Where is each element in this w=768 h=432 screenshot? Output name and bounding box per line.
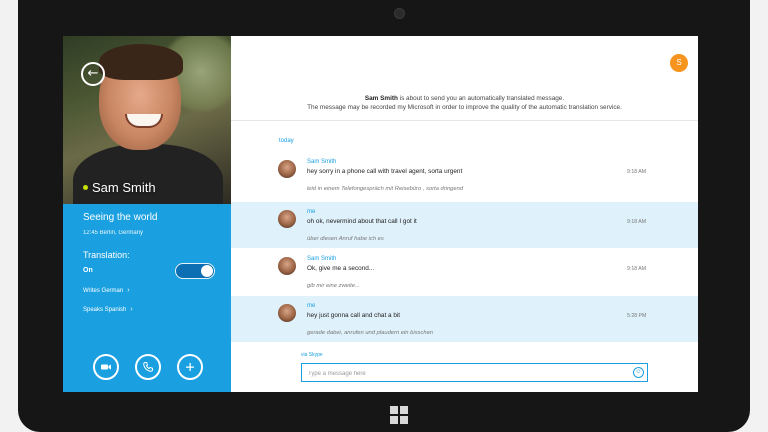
divider [231, 120, 698, 121]
message-item: me hey just gonna call and chat a bit ge… [231, 296, 698, 342]
toggle-knob [201, 265, 213, 277]
camera [394, 8, 405, 19]
message-sender: Sam Smith [307, 256, 337, 262]
sender-avatar [278, 160, 296, 178]
photo-hair [99, 44, 183, 80]
translation-toggle[interactable] [175, 263, 215, 279]
chevron-right-icon: › [130, 306, 133, 313]
logo-pane [390, 406, 398, 414]
skype-screen: ← Sam Smith Seeing the world 12:45 Berli… [63, 36, 698, 392]
translation-notice: Sam Smith is about to send you an automa… [231, 94, 698, 112]
via-label: via Skype [301, 352, 323, 358]
message-translation: über diesen Anruf habe ich es [307, 236, 384, 242]
message-translation: gerade dabei, anrufen und plaudern ein b… [307, 330, 434, 336]
message-sender: me [307, 303, 316, 309]
emoji-icon[interactable]: ☺ [633, 367, 644, 378]
back-arrow-icon[interactable]: ← [81, 62, 105, 86]
sender-avatar [278, 257, 296, 275]
add-button[interactable] [177, 354, 203, 380]
writes-language-text: Writes German [83, 288, 124, 294]
message-item: me oh ok, nevermind about that call I go… [231, 202, 698, 248]
message-composer: ☺ [301, 363, 648, 382]
message-item: Sam Smith hey sorry in a phone call with… [231, 152, 698, 198]
writes-language-link[interactable]: Writes German › [83, 287, 130, 294]
translation-label: Translation: [83, 250, 130, 260]
windows-logo-icon[interactable] [390, 406, 408, 424]
message-time: 9:18 AM [627, 219, 647, 225]
notice-line-2: The message may be recorded my Microsoft… [307, 104, 622, 111]
video-call-button[interactable] [93, 354, 119, 380]
contact-mood: Seeing the world [83, 212, 158, 223]
speaks-language-link[interactable]: Speaks Spanish › [83, 306, 133, 313]
contact-name-text: Sam Smith [92, 180, 156, 195]
message-text: Ok, give me a second... [307, 265, 375, 272]
logo-pane [400, 406, 408, 414]
notice-line-1-text: is about to send you an automatically tr… [397, 95, 565, 102]
message-item: Sam Smith Ok, give me a second... gib mi… [231, 249, 698, 295]
video-icon [101, 364, 111, 370]
contact-photo: ← Sam Smith [63, 36, 231, 204]
notice-name: Sam Smith [364, 95, 398, 102]
contact-name: Sam Smith [83, 180, 156, 195]
message-time: 5:28 PM [627, 313, 647, 319]
notice-line-1: Sam Smith is about to send you an automa… [231, 94, 698, 103]
day-label: today [279, 138, 294, 144]
phone-icon [143, 362, 153, 372]
tablet-bezel: ← Sam Smith Seeing the world 12:45 Berli… [18, 0, 750, 432]
chevron-right-icon: › [127, 287, 130, 294]
message-sender: Sam Smith [307, 159, 337, 165]
photo-body [73, 144, 223, 204]
sender-avatar [278, 210, 296, 228]
message-input[interactable] [306, 366, 630, 381]
translation-state: On [83, 267, 93, 274]
message-translation: gib mir eine zweite... [307, 283, 360, 289]
message-text: oh ok, nevermind about that call I got i… [307, 218, 417, 225]
message-sender: me [307, 209, 316, 215]
contact-info: Seeing the world 12:45 Berlin, Germany T… [63, 204, 231, 392]
voice-call-button[interactable] [135, 354, 161, 380]
message-time: 9:18 AM [627, 169, 647, 175]
sender-avatar [278, 304, 296, 322]
message-text: hey just gonna call and chat a bit [307, 312, 401, 319]
add-icon [186, 363, 194, 371]
logo-pane [390, 416, 398, 424]
speaks-language-text: Speaks Spanish [83, 307, 127, 313]
presence-dot [83, 185, 88, 190]
message-translation: leid in einem Telefongespräch mit Reiseb… [307, 186, 464, 192]
contact-panel: ← Sam Smith Seeing the world 12:45 Berli… [63, 36, 231, 392]
message-text: hey sorry in a phone call with travel ag… [307, 168, 463, 175]
conversation-panel: S Sam Smith is about to send you an auto… [231, 36, 698, 392]
user-avatar-badge[interactable]: S [670, 54, 688, 72]
logo-pane [400, 416, 408, 424]
contact-location: 12:45 Berlin, Germany [83, 230, 144, 236]
message-time: 9:18 AM [627, 266, 647, 272]
